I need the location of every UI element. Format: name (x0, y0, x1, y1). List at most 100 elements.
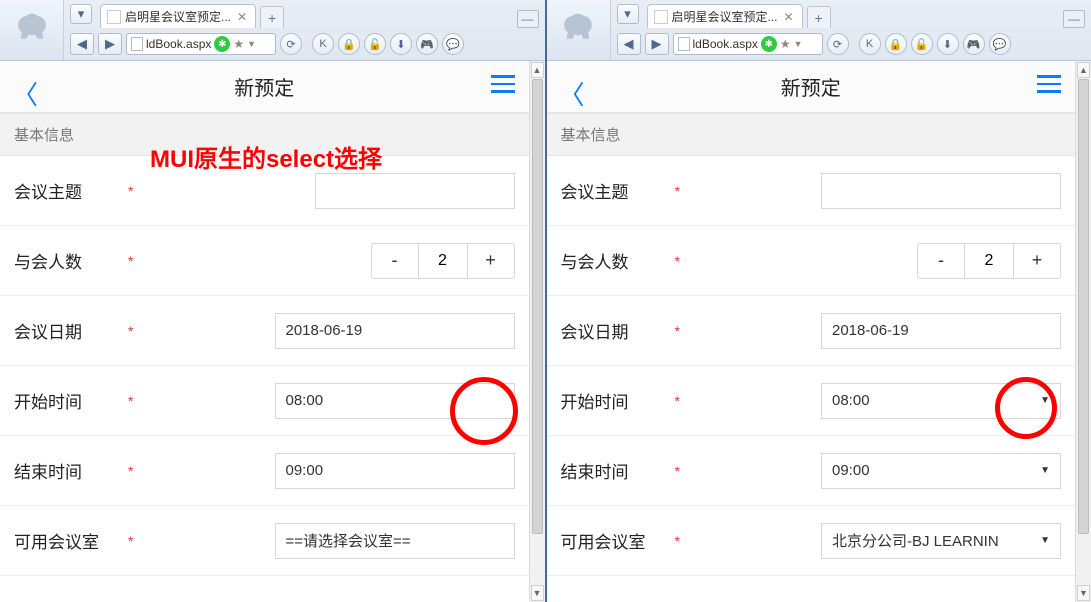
window-minimize-button[interactable]: — (517, 10, 539, 28)
start-label: 开始时间 (561, 388, 671, 413)
tab-close-icon[interactable]: ✕ (235, 10, 249, 24)
room-select[interactable]: 北京分公司-BJ LEARNIN (821, 523, 1061, 559)
row-room: 可用会议室* ==请选择会议室== (0, 506, 529, 576)
new-tab-button[interactable]: + (807, 6, 831, 28)
url-dropdown-icon[interactable]: ▼ (247, 39, 256, 49)
attendees-label: 与会人数 (14, 248, 124, 273)
back-icon[interactable]: 〈 (12, 75, 38, 112)
unlock-icon[interactable]: 🔓 (911, 33, 933, 55)
download-icon[interactable]: ⬇ (390, 33, 412, 55)
tab-dropdown[interactable]: ▾ (617, 4, 639, 24)
attendees-stepper: - 2 + (371, 243, 515, 279)
gamepad-icon[interactable]: 🎮 (963, 33, 985, 55)
subject-input[interactable] (315, 173, 515, 209)
lock-icon[interactable]: 🔒 (338, 33, 360, 55)
address-bar[interactable]: ldBook.aspx ✱ ★ ▼ (126, 33, 276, 55)
date-input[interactable]: 2018-06-19 (275, 313, 515, 349)
tab-dropdown[interactable]: ▾ (70, 4, 92, 24)
app-viewport-left: 〈 新预定 基本信息 会议主题* 与会人数* - 2 + (0, 61, 545, 602)
end-time-select[interactable]: 09:00 (275, 453, 515, 489)
row-start-time: 开始时间* 08:00 (547, 366, 1076, 436)
toolbar-k-button[interactable]: K (859, 33, 881, 55)
gamepad-icon[interactable]: 🎮 (416, 33, 438, 55)
subject-label: 会议主题 (14, 178, 124, 203)
star-icon[interactable]: ★ (233, 37, 244, 51)
reload-button[interactable]: ⟳ (827, 33, 849, 55)
url-badge-icon: ✱ (214, 36, 230, 52)
reload-button[interactable]: ⟳ (280, 33, 302, 55)
stepper-plus-button[interactable]: + (467, 243, 515, 279)
browser-tab[interactable]: 启明星会议室预定... ✕ (100, 4, 256, 28)
back-icon[interactable]: 〈 (559, 75, 585, 112)
required-asterisk: * (675, 393, 680, 409)
lock-icon[interactable]: 🔒 (885, 33, 907, 55)
required-asterisk: * (128, 183, 133, 199)
nav-back-button[interactable]: ◀ (70, 33, 94, 55)
required-asterisk: * (675, 253, 680, 269)
end-time-select[interactable]: 09:00 (821, 453, 1061, 489)
room-label: 可用会议室 (561, 528, 671, 553)
stepper-minus-button[interactable]: - (371, 243, 419, 279)
url-text: ldBook.aspx (693, 37, 758, 51)
browser-chrome: ▾ 启明星会议室预定... ✕ + — ◀ ▶ ldBook.aspx ✱ ★ (547, 0, 1091, 61)
nav-back-button[interactable]: ◀ (617, 33, 641, 55)
address-bar[interactable]: ldBook.aspx ✱ ★ ▼ (673, 33, 823, 55)
download-icon[interactable]: ⬇ (937, 33, 959, 55)
start-label: 开始时间 (14, 388, 124, 413)
scroll-thumb[interactable] (532, 79, 543, 534)
unlock-icon[interactable]: 🔓 (364, 33, 386, 55)
chat-icon[interactable]: 💬 (989, 33, 1011, 55)
start-time-select[interactable]: 08:00 (821, 383, 1061, 419)
required-asterisk: * (128, 393, 133, 409)
url-dropdown-icon[interactable]: ▼ (794, 39, 803, 49)
vertical-scrollbar[interactable]: ▲ ▼ (529, 61, 545, 602)
menu-icon[interactable] (1037, 75, 1061, 93)
menu-icon[interactable] (491, 75, 515, 93)
browser-tab[interactable]: 启明星会议室预定... ✕ (647, 4, 803, 28)
row-start-time: 开始时间* 08:00 (0, 366, 529, 436)
row-date: 会议日期* 2018-06-19 (547, 296, 1076, 366)
row-end-time: 结束时间* 09:00 (0, 436, 529, 506)
start-time-select[interactable]: 08:00 (275, 383, 515, 419)
new-tab-button[interactable]: + (260, 6, 284, 28)
star-icon[interactable]: ★ (780, 37, 791, 51)
date-input[interactable]: 2018-06-19 (821, 313, 1061, 349)
tab-close-icon[interactable]: ✕ (782, 10, 796, 24)
page-title: 新预定 (234, 72, 294, 101)
scroll-up-icon[interactable]: ▲ (1077, 62, 1090, 78)
stepper-value: 2 (965, 243, 1013, 279)
stepper-plus-button[interactable]: + (1013, 243, 1061, 279)
window-minimize-button[interactable]: — (1063, 10, 1085, 28)
room-label: 可用会议室 (14, 528, 124, 553)
left-browser-window: ▾ 启明星会议室预定... ✕ + — ◀ ▶ ldBook.aspx ✱ ★ (0, 0, 547, 602)
vertical-scrollbar[interactable]: ▲ ▼ (1075, 61, 1091, 602)
required-asterisk: * (128, 463, 133, 479)
subject-input[interactable] (821, 173, 1061, 209)
row-attendees: 与会人数* - 2 + (547, 226, 1076, 296)
toolbar-k-button[interactable]: K (312, 33, 334, 55)
section-header: 基本信息 (0, 113, 529, 156)
nav-forward-button[interactable]: ▶ (645, 33, 669, 55)
date-label: 会议日期 (14, 318, 124, 343)
page-icon (131, 37, 143, 51)
row-end-time: 结束时间* 09:00 (547, 436, 1076, 506)
room-select[interactable]: ==请选择会议室== (275, 523, 515, 559)
scroll-down-icon[interactable]: ▼ (1077, 585, 1090, 601)
browser-chrome: ▾ 启明星会议室预定... ✕ + — ◀ ▶ ldBook.aspx ✱ ★ (0, 0, 545, 61)
row-date: 会议日期* 2018-06-19 (0, 296, 529, 366)
page-title: 新预定 (781, 72, 841, 101)
scroll-up-icon[interactable]: ▲ (531, 62, 544, 78)
required-asterisk: * (128, 323, 133, 339)
app-header: 〈 新预定 (547, 61, 1076, 113)
required-asterisk: * (675, 183, 680, 199)
stepper-minus-button[interactable]: - (917, 243, 965, 279)
scroll-down-icon[interactable]: ▼ (531, 585, 544, 601)
nav-forward-button[interactable]: ▶ (98, 33, 122, 55)
attendees-stepper: - 2 + (917, 243, 1061, 279)
scroll-thumb[interactable] (1078, 79, 1089, 534)
url-text: ldBook.aspx (146, 37, 211, 51)
chat-icon[interactable]: 💬 (442, 33, 464, 55)
url-badge-icon: ✱ (761, 36, 777, 52)
section-header: 基本信息 (547, 113, 1076, 156)
row-room: 可用会议室* 北京分公司-BJ LEARNIN (547, 506, 1076, 576)
